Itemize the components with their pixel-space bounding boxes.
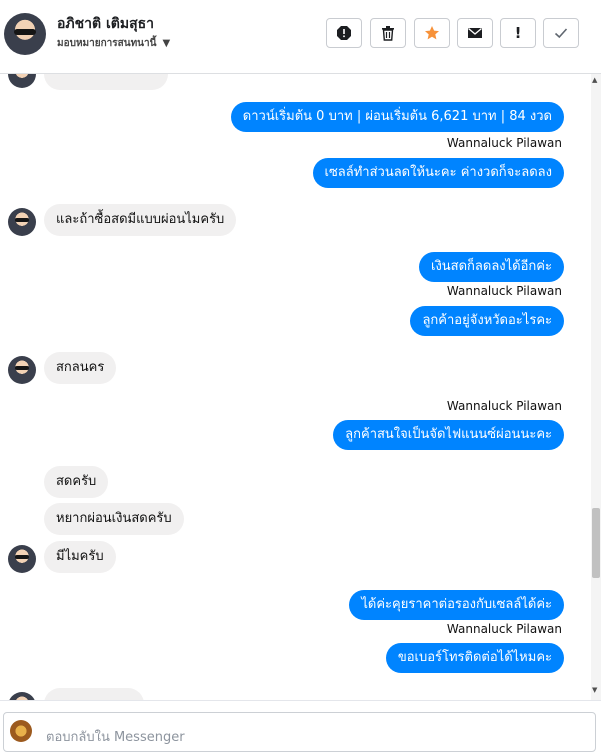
spam-icon (337, 26, 351, 40)
contact-avatar-small (8, 356, 36, 384)
mark-done-button[interactable] (543, 18, 579, 48)
page-avatar (10, 720, 32, 742)
message-bubble-incoming: มีไมครับ (44, 541, 116, 573)
trash-icon (382, 26, 394, 41)
message-bubble-outgoing: ขอเบอร์โทรติดต่อได้ไหมคะ (385, 643, 564, 673)
message-bubble-incoming: สกลนคร (44, 352, 117, 384)
message-bubble-outgoing: ลูกค้าอยู่จังหวัดอะไรคะ (410, 306, 564, 336)
message-bubble-incoming: และถ้าซื้อสดมีแบบผ่อนไมครับ (44, 204, 237, 236)
message-bubble-incoming: หยากผ่อนเงินสดครับ (44, 503, 184, 535)
scrollbar-thumb[interactable] (592, 508, 600, 578)
message-thread[interactable]: ดาวน์เริ่มต้น 0 บาท | ผ่อนเริ่มต้น 6,621… (0, 74, 591, 700)
sender-name: Wannaluck Pilawan (446, 399, 562, 413)
star-button[interactable] (414, 18, 450, 48)
message-bubble-incoming (44, 74, 168, 90)
follow-up-button[interactable]: ! (500, 18, 536, 48)
sender-name: Wannaluck Pilawan (446, 284, 562, 298)
mark-spam-button[interactable] (326, 18, 362, 48)
contact-name[interactable]: อภิชาติ เติมสุธา (57, 13, 154, 35)
mark-unread-button[interactable] (457, 18, 493, 48)
contact-avatar-small (8, 74, 36, 88)
caret-down-icon: ▼ (162, 38, 171, 49)
reply-placeholder: ตอบกลับใน Messenger (46, 730, 185, 745)
message-bubble-outgoing: ดาวน์เริ่มต้น 0 บาท | ผ่อนเริ่มต้น 6,621… (230, 102, 564, 132)
message-bubble-outgoing: เซลล์ทำส่วนลดให้นะคะ ค่างวดก็จะลดลง (312, 158, 564, 188)
sender-name: Wannaluck Pilawan (446, 622, 562, 636)
assign-conversation-dropdown[interactable]: มอบหมายการสนทนานี้ ▼ (57, 36, 170, 51)
message-bubble-incoming (44, 688, 144, 700)
message-bubble-outgoing: ได้ค่ะคุยราคาต่อรองกับเซลล์ได้ค่ะ (349, 590, 564, 620)
message-bubble-incoming: สดครับ (44, 466, 109, 498)
delete-button[interactable] (370, 18, 406, 48)
assign-label: มอบหมายการสนทนานี้ (57, 38, 157, 49)
contact-avatar-small (8, 692, 36, 700)
reply-composer: ตอบกลับใน Messenger (0, 700, 601, 752)
contact-avatar-small (8, 545, 36, 573)
message-bubble-outgoing: เงินสดก็ลดลงได้อีกค่ะ (419, 252, 564, 282)
exclamation-icon: ! (514, 24, 522, 42)
check-icon (554, 28, 568, 39)
contact-avatar-small (8, 208, 36, 236)
envelope-icon (468, 28, 482, 38)
contact-avatar[interactable] (4, 13, 46, 55)
star-icon (425, 26, 439, 40)
scroll-down-icon[interactable]: ▼ (592, 686, 597, 694)
conversation-header: อภิชาติ เติมสุธา มอบหมายการสนทนานี้ ▼ ! (0, 0, 601, 74)
scrollbar-track[interactable] (591, 74, 601, 700)
sender-name: Wannaluck Pilawan (446, 136, 562, 150)
message-bubble-outgoing: ลูกค้าสนใจเป็นจัดไฟแนนซ์ผ่อนนะคะ (333, 420, 564, 450)
scroll-up-icon[interactable]: ▲ (592, 76, 597, 84)
